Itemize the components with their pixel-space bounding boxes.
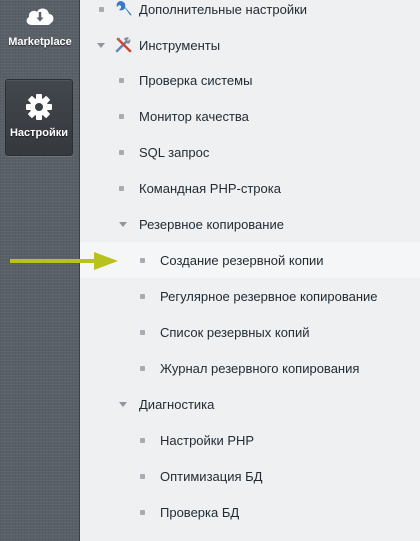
tree-item-diagnostics[interactable]: Диагностика — [80, 386, 420, 422]
bullet-icon — [119, 186, 124, 191]
tree-item-label: Настройки PHP — [160, 432, 255, 448]
tree-item-label: Дополнительные настройки — [139, 1, 308, 17]
bullet-icon — [140, 294, 145, 299]
chevron-down-icon[interactable] — [119, 222, 127, 227]
bullet-icon — [140, 474, 145, 479]
tree-item-tools[interactable]: Инструменты — [80, 27, 420, 63]
tree-item-label: Диагностика — [139, 396, 215, 412]
tree-item-backup-list[interactable]: Список резервных копий — [80, 314, 420, 350]
tools-icon — [115, 36, 133, 54]
tree-item-label: Проверка БД — [160, 504, 240, 520]
bullet-icon — [140, 438, 145, 443]
tree-item-label: Журнал резервного копирования — [160, 360, 360, 376]
sidebar-item-label: Настройки — [9, 127, 69, 139]
chevron-down-icon[interactable] — [119, 402, 127, 407]
cloud-download-icon — [23, 4, 57, 30]
tree-item-db-check[interactable]: Проверка БД — [80, 494, 420, 530]
tree-item-label: Проверка системы — [139, 72, 253, 88]
tree-item-label: Резервное копирование — [139, 216, 284, 232]
tree-item-label: Список резервных копий — [160, 324, 310, 340]
tree-item-backup-log[interactable]: Журнал резервного копирования — [80, 350, 420, 386]
tree-item-label: Создание резервной копии — [160, 252, 324, 268]
tree-item-sql-query[interactable]: SQL запрос — [80, 134, 420, 170]
tree-item-php-settings[interactable]: Настройки PHP — [80, 422, 420, 458]
tree-item-scheduled-backup[interactable]: Регулярное резервное копирование — [80, 278, 420, 314]
pointer-arrow-icon — [8, 251, 122, 271]
bullet-icon — [140, 330, 145, 335]
bullet-icon — [140, 366, 145, 371]
sidebar-item-settings[interactable]: Настройки — [5, 79, 73, 156]
tree-item-label: Регулярное резервное копирование — [160, 288, 378, 304]
tree-item-label: Инструменты — [139, 37, 221, 53]
tree-item-quality-monitor[interactable]: Монитор качества — [80, 98, 420, 134]
bullet-icon — [140, 510, 145, 515]
bullet-icon — [140, 258, 145, 263]
bullet-icon — [119, 150, 124, 155]
tree-item-create-backup[interactable]: Создание резервной копии — [80, 242, 420, 278]
gear-icon — [24, 92, 54, 122]
settings-tree: Дополнительные настройки Инструменты Про… — [80, 0, 420, 541]
tree-item-label: Монитор качества — [139, 108, 249, 124]
sidebar-item-marketplace[interactable]: Marketplace — [4, 0, 76, 58]
tree-item-label: Оптимизация БД — [160, 468, 263, 484]
tree-item-php-command-line[interactable]: Командная PHP-строка — [80, 170, 420, 206]
tree-item-system-check[interactable]: Проверка системы — [80, 62, 420, 98]
tree-item-label: SQL запрос — [139, 144, 210, 160]
wrench-icon — [115, 0, 133, 18]
tree-item-backup[interactable]: Резервное копирование — [80, 206, 420, 242]
tree-item-label: Командная PHP-строка — [139, 180, 281, 196]
chevron-down-icon[interactable] — [97, 43, 105, 48]
tree-item-db-optimization[interactable]: Оптимизация БД — [80, 458, 420, 494]
bullet-icon — [99, 7, 104, 12]
bullet-icon — [119, 78, 124, 83]
tree-item-additional-settings[interactable]: Дополнительные настройки — [80, 0, 420, 27]
sidebar-item-label: Marketplace — [8, 36, 72, 48]
bullet-icon — [119, 114, 124, 119]
